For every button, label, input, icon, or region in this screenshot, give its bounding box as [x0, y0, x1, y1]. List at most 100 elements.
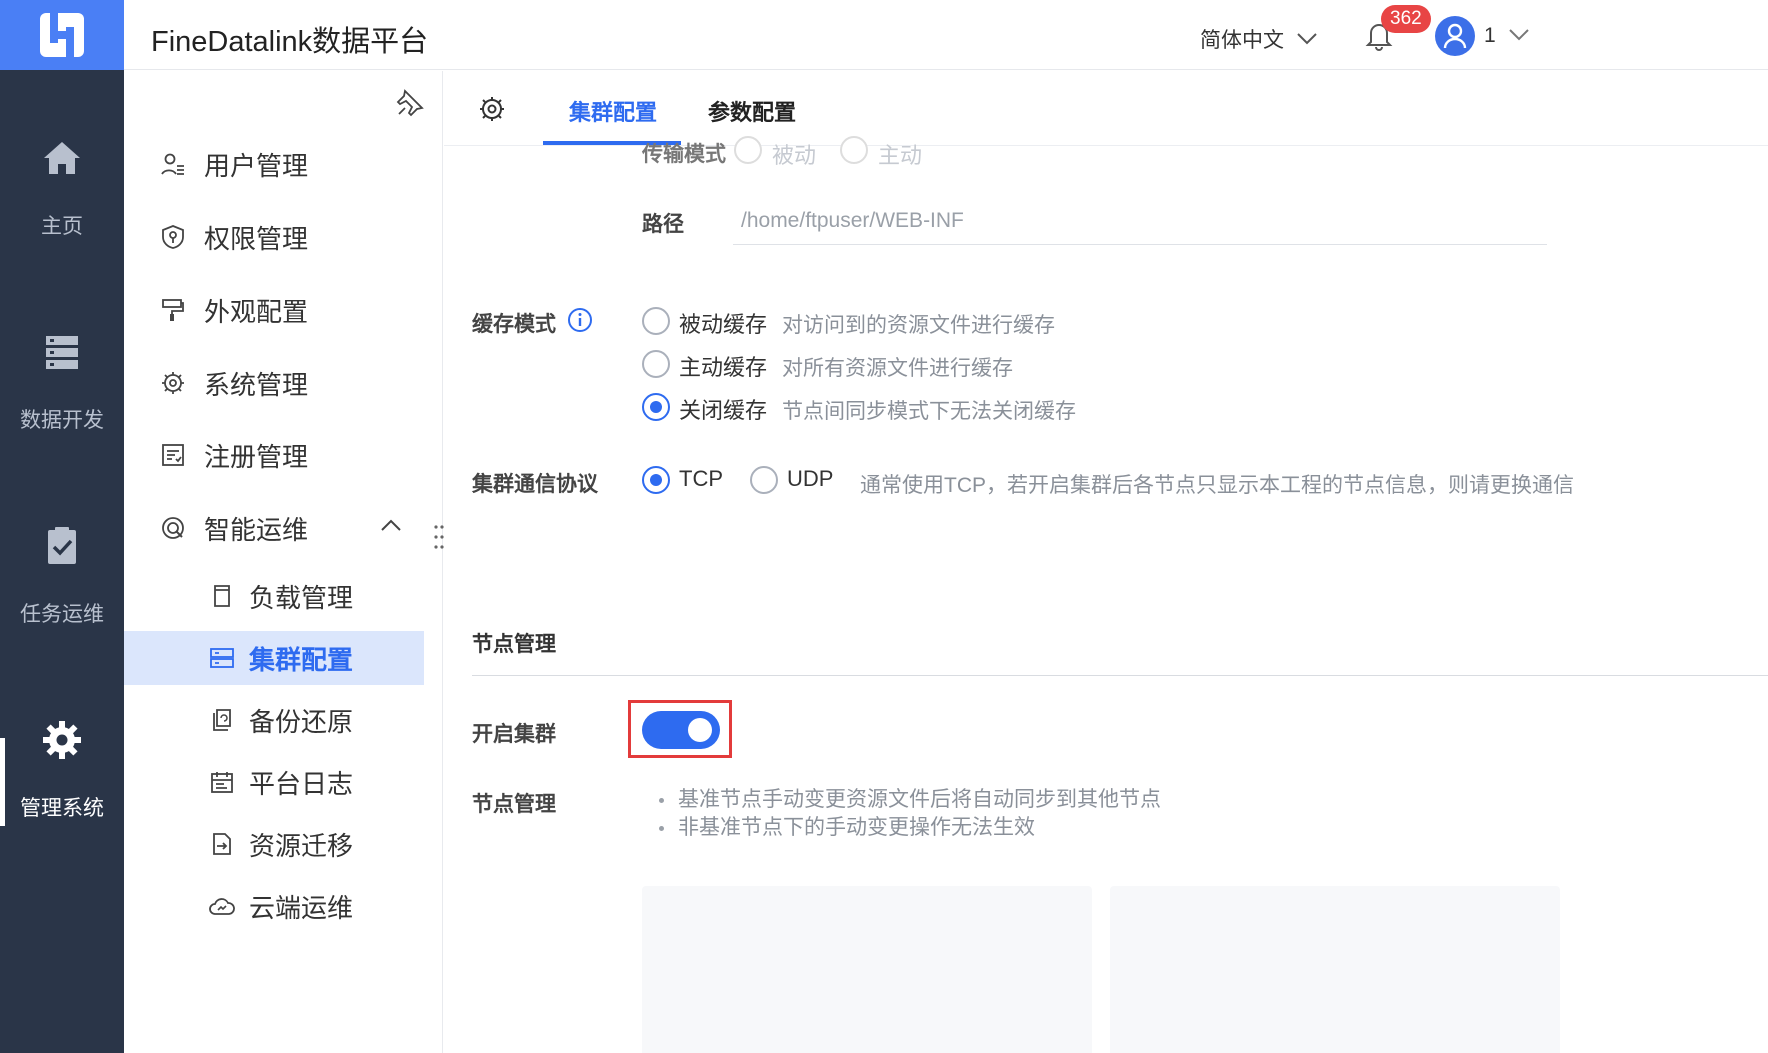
section-title: 节点管理	[472, 633, 556, 656]
protocol-udp-radio[interactable]	[750, 466, 778, 494]
server-icon	[46, 336, 78, 369]
notification-badge: 362	[1381, 5, 1431, 33]
user-name[interactable]: 1	[1484, 24, 1496, 48]
rail-item-home[interactable]: 主页	[0, 136, 124, 240]
transfer-mode-active-radio[interactable]	[840, 136, 868, 164]
server-rack-icon	[209, 645, 235, 671]
cache-off-radio[interactable]	[642, 393, 670, 421]
avatar[interactable]	[1435, 16, 1475, 56]
tab-parameter-config[interactable]: 参数配置	[708, 95, 796, 127]
card-icon	[209, 583, 235, 609]
cache-active-radio[interactable]	[642, 350, 670, 378]
clipboard-check-icon	[48, 527, 76, 564]
calendar-log-icon	[209, 769, 235, 795]
user-list-icon	[160, 151, 186, 177]
enable-cluster-toggle[interactable]	[642, 711, 720, 749]
rail-item-label: 管理系统	[20, 797, 104, 820]
rail-item-label: 主页	[41, 215, 83, 238]
ops-icon	[160, 515, 186, 541]
transfer-mode-label: 传输模式	[642, 143, 726, 166]
sidebar-item-label: 权限管理	[204, 223, 309, 254]
cache-active-label: 主动缓存	[679, 355, 768, 380]
sidebar-item-smart-ops[interactable]: 智能运维	[124, 501, 424, 555]
sidebar-item-registration[interactable]: 注册管理	[124, 428, 424, 482]
node-notes-list: 基准节点手动变更资源文件后将自动同步到其他节点 非基准节点下的手动变更操作无法生…	[656, 786, 1161, 842]
sidebar-item-label: 集群配置	[249, 644, 354, 675]
sidebar-item-label: 资源迁移	[249, 830, 354, 861]
sidebar-item-permission-management[interactable]: 权限管理	[124, 210, 424, 264]
admin-sidebar: 用户管理 权限管理 外观配置 系统管理 注册管理 智能运维 负载管理 集群配置 …	[124, 71, 444, 1053]
sidebar-subitem-load-management[interactable]: 负载管理	[124, 569, 424, 623]
register-icon	[160, 442, 186, 468]
sidebar-item-label: 智能运维	[204, 514, 309, 545]
cloud-icon	[209, 893, 235, 919]
sidebar-item-user-management[interactable]: 用户管理	[124, 137, 424, 191]
rail-item-label: 数据开发	[20, 409, 104, 432]
cache-passive-radio[interactable]	[642, 307, 670, 335]
language-selector[interactable]: 简体中文	[1200, 24, 1318, 54]
app-title: FineDatalink数据平台	[151, 26, 429, 58]
chevron-down-icon	[1297, 33, 1317, 45]
cache-off-desc: 节点间同步模式下无法关闭缓存	[782, 400, 1076, 423]
shield-key-icon	[160, 224, 186, 250]
info-icon[interactable]	[567, 307, 593, 333]
node-manage-label: 节点管理	[472, 793, 556, 816]
sidebar-item-label: 注册管理	[204, 441, 309, 472]
list-item: 非基准节点下的手动变更操作无法生效	[656, 814, 1161, 842]
transfer-mode-active-label: 主动	[878, 143, 923, 168]
logo-icon	[40, 13, 84, 57]
sidebar-item-label: 用户管理	[204, 150, 309, 181]
rail-item-data-dev[interactable]: 数据开发	[0, 330, 124, 434]
gear-icon	[43, 721, 81, 759]
sidebar-item-system-management[interactable]: 系统管理	[124, 356, 424, 410]
rail-item-admin[interactable]: 管理系统	[0, 718, 124, 822]
sidebar-subitem-resource-migration[interactable]: 资源迁移	[124, 817, 424, 871]
sidebar-item-label: 外观配置	[204, 296, 309, 327]
transfer-mode-passive-label: 被动	[772, 143, 817, 168]
tab-cluster-config[interactable]: 集群配置	[569, 95, 657, 127]
pin-icon[interactable]	[396, 89, 424, 117]
chevron-up-icon[interactable]	[380, 518, 402, 532]
protocol-tcp-label: TCP	[679, 466, 723, 491]
tab-bar: 集群配置 参数配置	[444, 71, 1768, 146]
cache-passive-label: 被动缓存	[679, 312, 768, 337]
sidebar-item-label: 云端运维	[249, 892, 354, 923]
language-label: 简体中文	[1200, 29, 1284, 52]
sidebar-item-appearance[interactable]: 外观配置	[124, 283, 424, 337]
cache-off-label: 关闭缓存	[679, 398, 768, 423]
chevron-down-icon[interactable]	[1508, 28, 1530, 42]
home-icon	[44, 142, 80, 174]
sidebar-subitem-platform-log[interactable]: 平台日志	[124, 755, 424, 809]
app-logo[interactable]	[0, 0, 124, 70]
divider	[472, 675, 1768, 676]
sidebar-subitem-backup-restore[interactable]: 备份还原	[124, 693, 424, 747]
path-input[interactable]: /home/ftpuser/WEB-INF	[733, 201, 1547, 245]
sidebar-item-label: 平台日志	[249, 768, 354, 799]
gear-icon[interactable]	[478, 95, 506, 123]
cache-passive-desc: 对访问到的资源文件进行缓存	[782, 314, 1055, 337]
sidebar-subitem-cluster-config[interactable]: 集群配置	[124, 631, 424, 685]
migrate-icon	[209, 831, 235, 857]
top-header: FineDatalink数据平台 简体中文 362 1	[124, 0, 1768, 70]
rail-item-label: 任务运维	[20, 603, 104, 626]
protocol-label: 集群通信协议	[472, 473, 598, 496]
icon-rail: 主页 数据开发 任务运维 管理系统	[0, 0, 124, 1053]
gear-icon	[160, 370, 186, 396]
user-icon	[1443, 23, 1467, 49]
transfer-mode-passive-radio[interactable]	[734, 136, 762, 164]
cache-mode-label: 缓存模式	[472, 313, 556, 336]
sidebar-subitem-cloud-ops[interactable]: 云端运维	[124, 879, 424, 933]
paint-roller-icon	[160, 297, 186, 323]
sidebar-item-label: 负载管理	[249, 582, 354, 613]
enable-cluster-label: 开启集群	[472, 723, 556, 746]
cluster-settings-panel: 传输模式 被动 主动 路径 /home/ftpuser/WEB-INF 缓存模式…	[444, 136, 1768, 642]
sidebar-item-label: 系统管理	[204, 369, 309, 400]
node-card	[1110, 886, 1560, 1053]
protocol-tcp-radio[interactable]	[642, 466, 670, 494]
protocol-desc: 通常使用TCP，若开启集群后各节点只显示本工程的节点信息，则请更换通信	[860, 474, 1574, 497]
cache-active-desc: 对所有资源文件进行缓存	[782, 357, 1013, 380]
path-label: 路径	[642, 213, 684, 236]
drag-handle-icon[interactable]	[434, 524, 444, 550]
toggle-knob	[688, 718, 712, 742]
rail-item-task-ops[interactable]: 任务运维	[0, 524, 124, 628]
